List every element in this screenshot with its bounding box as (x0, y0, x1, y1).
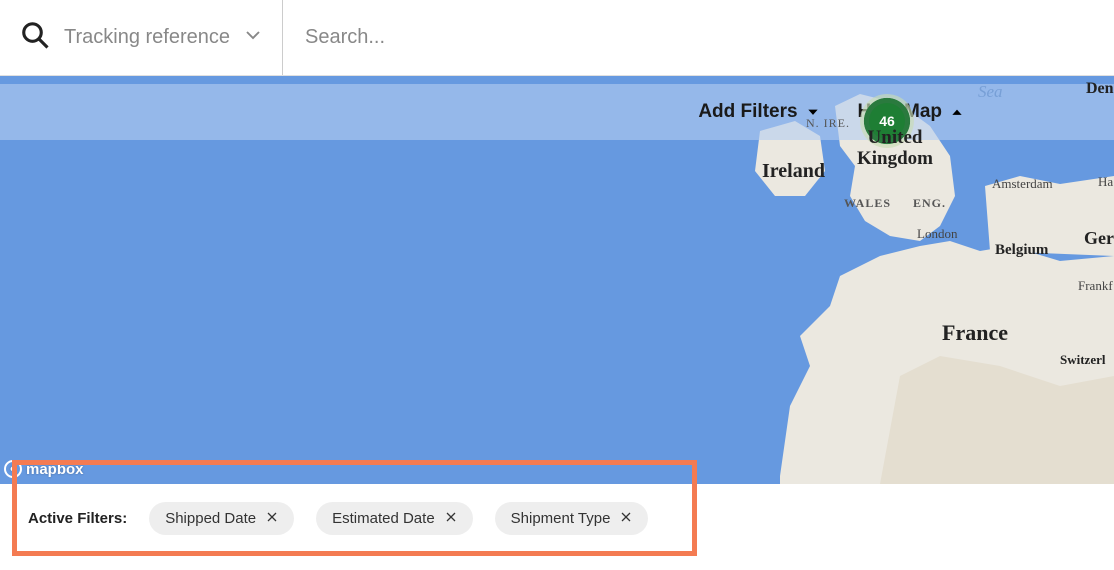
search-type-selector[interactable]: Tracking reference (0, 0, 283, 75)
add-filters-label: Add Filters (698, 101, 797, 123)
map-controls: Add Filters Hide Map (0, 84, 1114, 140)
close-icon[interactable] (266, 510, 278, 527)
search-type-label: Tracking reference (64, 26, 230, 49)
marker-count: 46 (869, 103, 905, 139)
close-icon[interactable] (620, 510, 632, 527)
active-filters-bar: Active Filters: Shipped Date Estimated D… (0, 484, 1114, 553)
map-area[interactable]: Add Filters Hide Map 46 Sea Den N. IRE. … (0, 76, 1114, 484)
filter-chip-label: Shipped Date (165, 510, 256, 527)
filter-chip-label: Shipment Type (511, 510, 611, 527)
mapbox-label: mapbox (26, 461, 84, 478)
close-icon[interactable] (445, 510, 457, 527)
active-filters-heading: Active Filters: (28, 510, 127, 527)
caret-up-icon (950, 105, 964, 119)
mapbox-attribution[interactable]: ◐ mapbox (4, 460, 84, 478)
filter-chip-shipment-type[interactable]: Shipment Type (495, 502, 649, 535)
filter-chip-shipped-date[interactable]: Shipped Date (149, 502, 294, 535)
chevron-down-icon (244, 26, 262, 49)
search-input-wrap (283, 0, 1114, 75)
add-filters-button[interactable]: Add Filters (698, 101, 819, 123)
caret-down-icon (806, 105, 820, 119)
mapbox-logo-icon: ◐ (4, 460, 22, 478)
map-cluster-marker[interactable]: 46 (860, 94, 914, 148)
search-bar: Tracking reference (0, 0, 1114, 76)
filter-chip-estimated-date[interactable]: Estimated Date (316, 502, 473, 535)
search-icon (20, 20, 50, 55)
search-input[interactable] (305, 26, 1092, 49)
filter-chip-label: Estimated Date (332, 510, 435, 527)
